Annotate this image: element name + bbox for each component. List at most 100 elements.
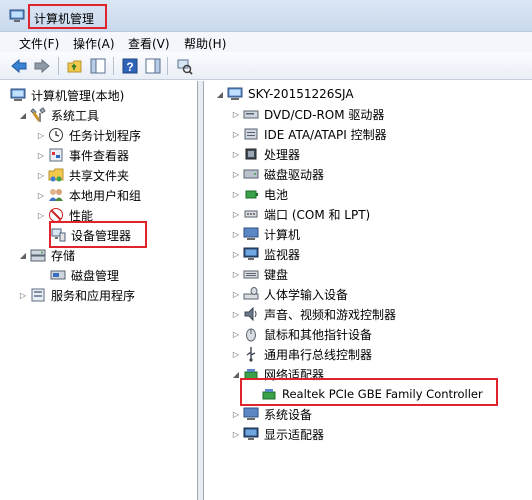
menu-action[interactable]: 操作(A) [73,35,115,52]
device-category-sound[interactable]: ▷ 声音、视频和游戏控制器 [231,305,396,323]
show-hide-tree-icon[interactable] [89,57,107,75]
device-manager-highlight-box [49,221,147,248]
device-category-disk-drives[interactable]: ▷ 磁盘驱动器 [231,165,324,183]
tree-label: 系统工具 [51,108,100,123]
collapsed-arrow-icon[interactable]: ▷ [231,187,241,201]
computer-management-icon [9,9,25,22]
device-category-dvd[interactable]: ▷ DVD/CD-ROM 驱动器 [231,105,385,123]
tree-item-local-users-groups[interactable]: ▷ 本地用户和组 [36,186,141,204]
storage-icon [30,249,46,262]
tree-label: SKY-20151226SJA [248,87,354,101]
device-category-hid[interactable]: ▷ 人体学输入设备 [231,285,348,303]
expanded-arrow-icon[interactable]: ◢ [18,108,28,122]
collapsed-arrow-icon[interactable]: ▷ [36,148,46,162]
processor-icon [245,148,257,160]
tree-item-event-viewer[interactable]: ▷ 事件查看器 [36,146,129,164]
tree-label: 本地用户和组 [69,188,142,203]
display-adapter-icon [243,427,259,440]
computer-icon [227,87,243,100]
tree-label: 计算机 [264,227,301,242]
collapsed-arrow-icon[interactable]: ▷ [231,167,241,181]
expanded-arrow-icon[interactable]: ◢ [18,248,28,262]
tree-label: 声音、视频和游戏控制器 [264,307,397,322]
tree-label: 存储 [51,248,76,263]
pane-splitter[interactable] [198,81,204,500]
device-category-ports[interactable]: ▷ 端口 (COM 和 LPT) [231,205,370,223]
tree-label: DVD/CD-ROM 驱动器 [264,107,385,122]
device-category-battery[interactable]: ▷ 电池 [231,185,288,203]
toolbar-separator [58,57,59,75]
tree-label: 计算机管理(本地) [31,88,125,103]
mouse-icon [246,328,256,342]
tree-label: 共享文件夹 [69,168,130,183]
collapsed-arrow-icon[interactable]: ▷ [231,227,241,241]
forward-arrow-icon[interactable] [33,57,51,75]
tree-label: 通用串行总线控制器 [264,347,373,362]
device-category-processor[interactable]: ▷ 处理器 [231,145,300,163]
menu-help[interactable]: 帮助(H) [184,35,226,52]
device-category-keyboards[interactable]: ▷ 键盘 [231,265,288,283]
tree-item-task-scheduler[interactable]: ▷ 任务计划程序 [36,126,141,144]
device-tree-root[interactable]: ◢ SKY-20151226SJA [215,85,354,103]
collapsed-arrow-icon[interactable]: ▷ [231,127,241,141]
tree-root-computer-management[interactable]: 计算机管理(本地) [10,86,124,104]
device-category-display-adapters[interactable]: ▷ 显示适配器 [231,425,324,443]
tree-item-shared-folders[interactable]: ▷ 共享文件夹 [36,166,129,184]
disk-management-icon [50,270,66,280]
collapsed-arrow-icon[interactable]: ▷ [36,168,46,182]
tree-item-system-tools[interactable]: ◢ 系统工具 [18,106,99,124]
collapsed-arrow-icon[interactable]: ▷ [36,188,46,202]
event-viewer-icon [49,148,63,162]
scan-hardware-icon[interactable] [175,57,193,75]
collapsed-arrow-icon[interactable]: ▷ [18,288,28,302]
menu-file[interactable]: 文件(F) [19,35,59,52]
ide-controller-icon [244,128,258,140]
tree-item-services-applications[interactable]: ▷ 服务和应用程序 [18,286,135,304]
device-category-mouse[interactable]: ▷ 鼠标和其他指针设备 [231,325,372,343]
collapsed-arrow-icon[interactable]: ▷ [36,208,46,222]
device-category-system-devices[interactable]: ▷ 系统设备 [231,405,312,423]
device-category-computer[interactable]: ▷ 计算机 [231,225,300,243]
collapsed-arrow-icon[interactable]: ▷ [231,147,241,161]
collapsed-arrow-icon[interactable]: ▷ [231,207,241,221]
users-icon [49,189,63,201]
collapsed-arrow-icon[interactable]: ▷ [231,407,241,421]
tree-item-disk-management[interactable]: 磁盘管理 [50,266,119,284]
usb-icon [246,347,256,362]
collapsed-arrow-icon[interactable]: ▷ [231,287,241,301]
tree-label: 键盘 [264,267,289,282]
computer-icon [243,227,259,240]
speaker-icon [244,306,257,322]
device-category-monitors[interactable]: ▷ 监视器 [231,245,300,263]
tree-item-storage[interactable]: ◢ 存储 [18,246,75,264]
collapsed-arrow-icon[interactable]: ▷ [231,307,241,321]
device-category-usb[interactable]: ▷ 通用串行总线控制器 [231,345,372,363]
collapsed-arrow-icon[interactable]: ▷ [231,427,241,441]
dvd-drive-icon [243,110,259,119]
collapsed-arrow-icon[interactable]: ▷ [231,327,241,341]
clock-icon [49,128,63,142]
help-icon[interactable]: ? [121,57,139,75]
tree-label: IDE ATA/ATAPI 控制器 [264,127,387,142]
port-icon [244,210,258,218]
expanded-arrow-icon[interactable]: ◢ [215,87,225,101]
up-folder-icon[interactable] [66,57,84,75]
svg-text:?: ? [126,60,133,74]
hid-icon [243,287,259,300]
menu-view[interactable]: 查看(V) [128,35,170,52]
show-action-pane-icon[interactable] [144,57,162,75]
tree-label: 系统设备 [264,407,313,422]
shared-folder-icon [48,168,64,182]
back-arrow-icon[interactable] [10,57,28,75]
tree-label: 鼠标和其他指针设备 [264,327,373,342]
computer-management-icon [10,88,26,101]
device-category-ide[interactable]: ▷ IDE ATA/ATAPI 控制器 [231,125,387,143]
collapsed-arrow-icon[interactable]: ▷ [231,247,241,261]
collapsed-arrow-icon[interactable]: ▷ [231,107,241,121]
collapsed-arrow-icon[interactable]: ▷ [231,347,241,361]
tree-label: 磁盘驱动器 [264,167,325,182]
collapsed-arrow-icon[interactable]: ▷ [36,128,46,142]
disk-drive-icon [243,169,259,179]
collapsed-arrow-icon[interactable]: ▷ [231,267,241,281]
console-tree-pane: 计算机管理(本地) ◢ 系统工具 ▷ 任务计划程序 ▷ 事件查看器 ▷ 共享文件… [0,81,198,500]
